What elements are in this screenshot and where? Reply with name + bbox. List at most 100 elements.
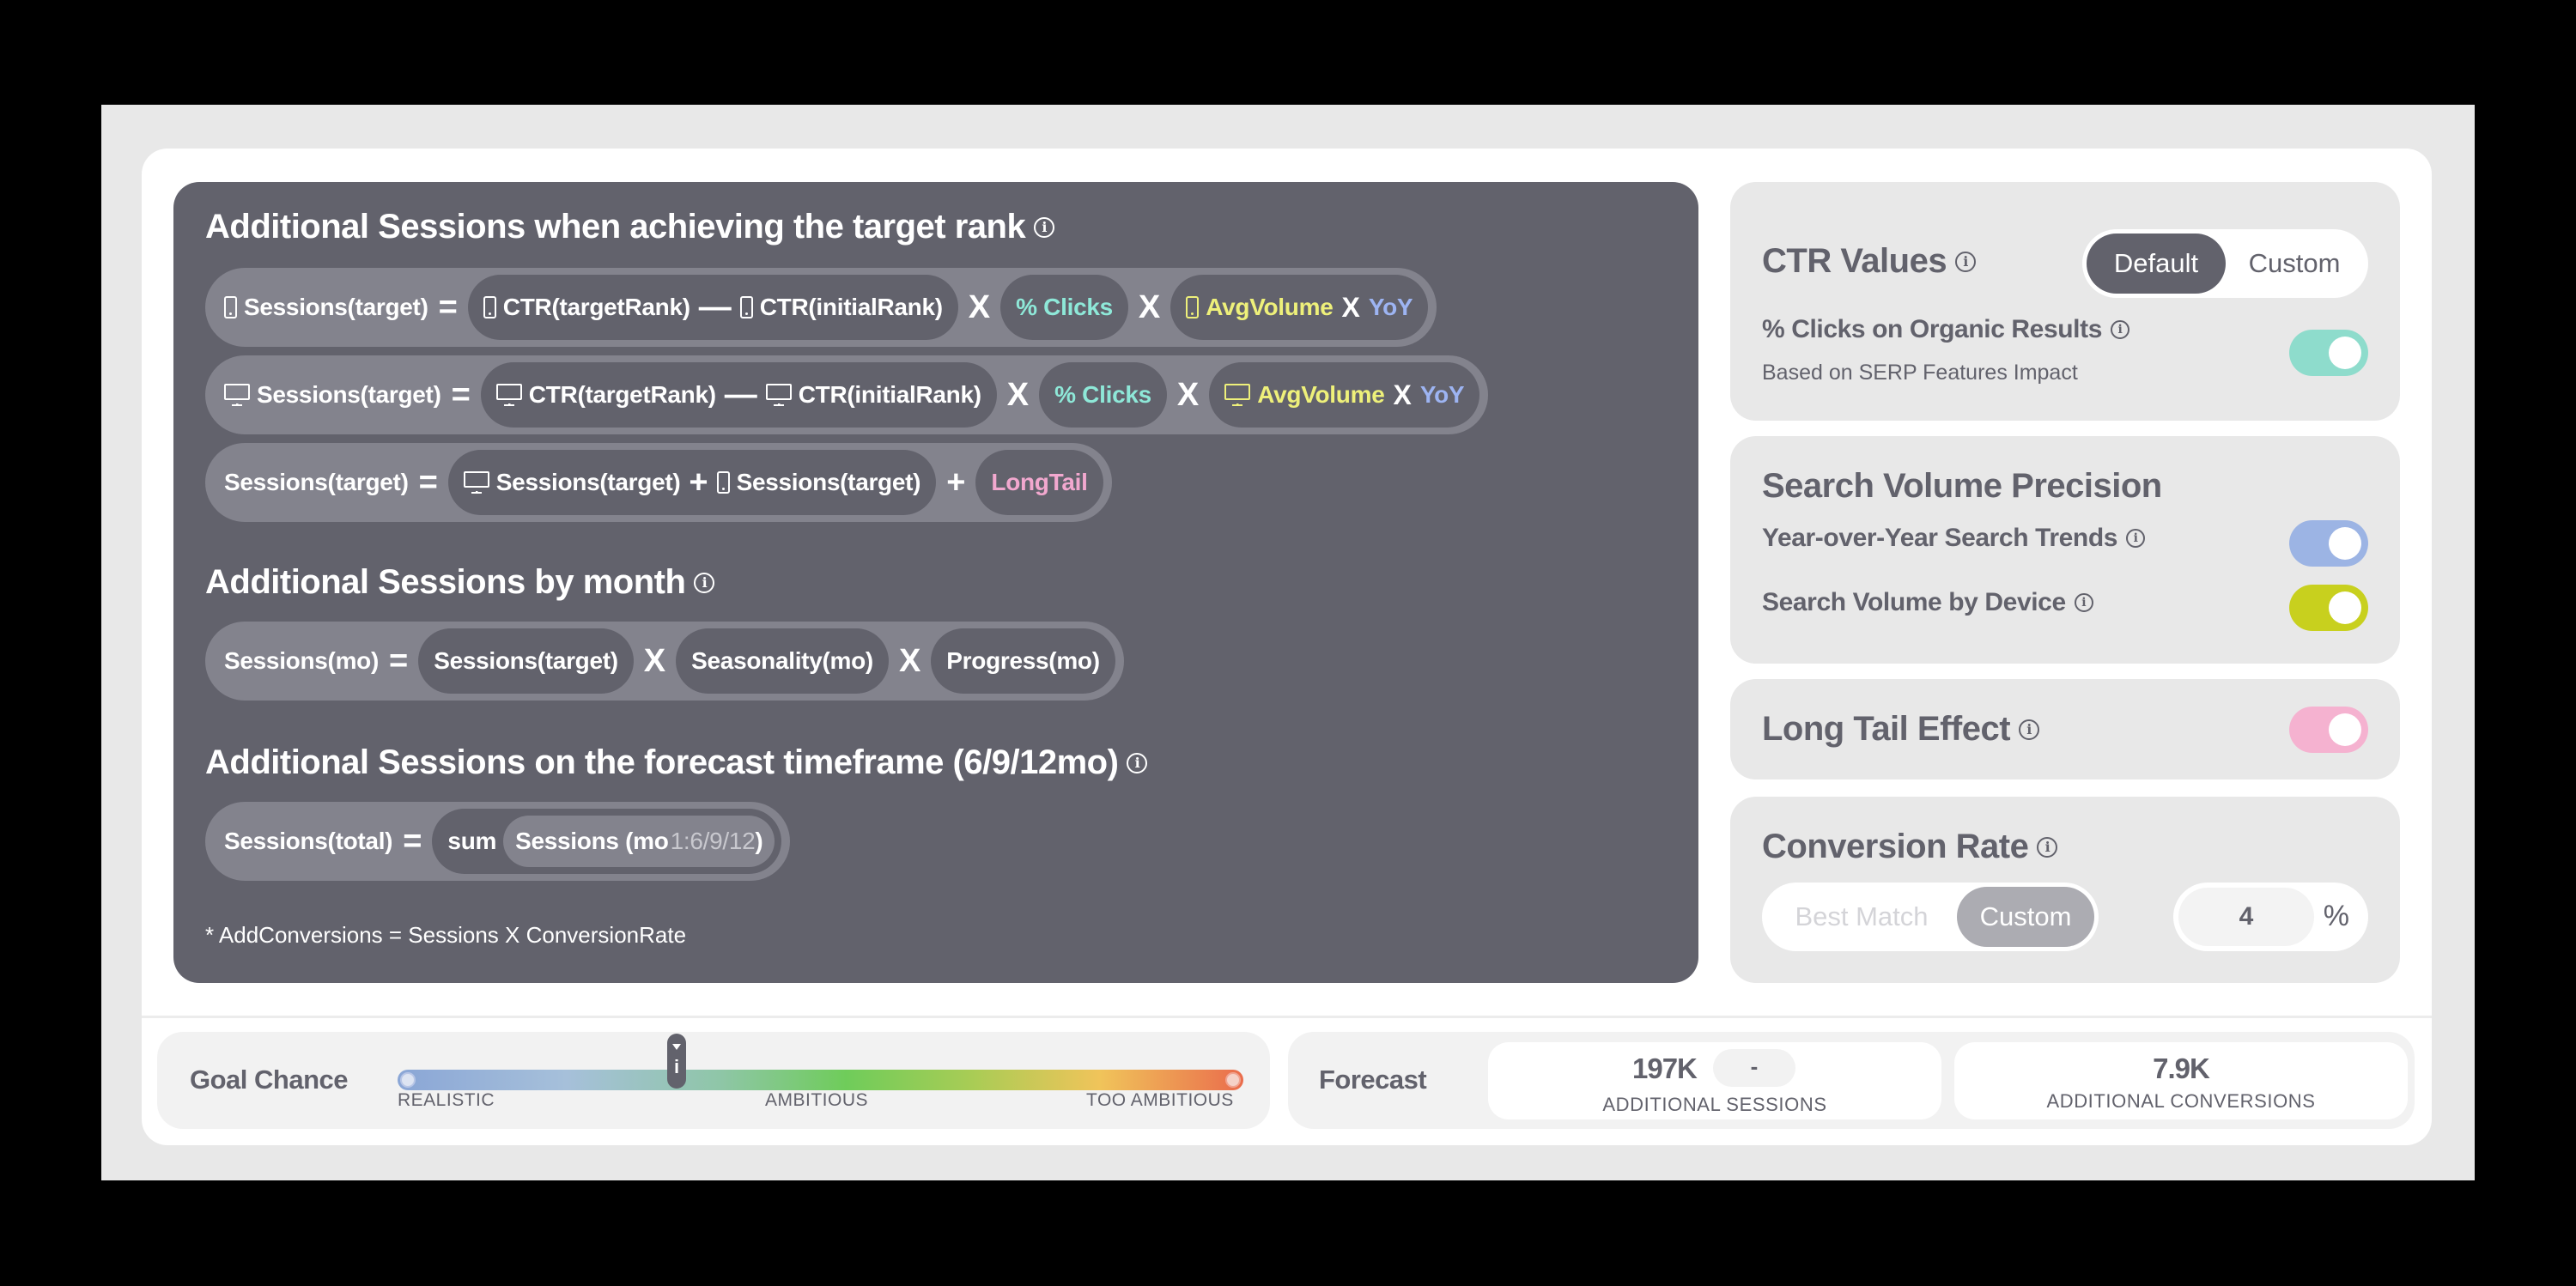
times-sign: X [1006,377,1030,413]
plus-sign: + [689,464,708,500]
info-icon[interactable]: i [1034,216,1055,238]
clicks-organic-label-text: % Clicks on Organic Results [1762,315,2102,343]
section-title-target-rank: Additional Sessions when achieving the t… [205,208,1055,246]
clicks-pill: % Clicks [1000,275,1128,340]
equals-sign: = [438,289,458,325]
close-paren: ) [755,828,763,854]
yoy-trends-toggle[interactable] [2289,520,2368,567]
volume-by-device-label: Search Volume by Device i [1762,588,2093,617]
term-pill: Progress(mo) [931,628,1115,694]
conversion-rate-input[interactable] [2178,888,2314,946]
ctr-target-term: CTR(targetRank) [483,294,690,321]
ctr-values-panel: CTR Values i Default Custom % Clicks on … [1730,182,2400,421]
footnote: * AddConversions = Sessions X Conversion… [205,922,687,948]
clicks-organic-subtitle: Based on SERP Features Impact [1762,361,2078,385]
clicks-organic-toggle[interactable] [2289,330,2368,376]
mobile-icon [1186,296,1200,318]
mobile-icon [224,296,237,318]
formula-panel: Additional Sessions when achieving the t… [173,182,1698,983]
ctr-custom-button[interactable]: Custom [2226,234,2363,294]
info-icon[interactable]: i [2126,529,2146,548]
additional-sessions-card: 197K - ADDITIONAL SESSIONS [1488,1042,1941,1119]
toggle-knob [2329,527,2361,560]
goal-chance-slider-track[interactable] [398,1070,1243,1090]
formula-lhs: Sessions(total) [224,828,393,854]
toggle-knob [2329,713,2361,746]
ctr-initial-term: CTR(initialRank) [765,381,981,409]
formula-lhs: Sessions(mo) [224,647,379,674]
conversion-custom-button[interactable]: Custom [1957,887,2094,947]
desktop-icon [224,384,250,406]
additional-sessions-value: 197K [1632,1052,1698,1084]
times-sign: X [898,643,921,679]
progress-term: Progress(mo) [946,647,1100,674]
info-icon[interactable]: i [1955,251,1977,272]
term-pill: Seasonality(mo) [676,628,889,694]
goal-chance-slider-thumb[interactable]: i [667,1034,687,1089]
term-pill: Sessions(target) [418,628,634,694]
formula-row-desktop: Sessions(target) = CTR(targetRank) — CTR… [205,355,1489,434]
sessions-delta-chip: - [1713,1049,1795,1087]
toggle-knob [2329,591,2361,624]
longtail-pill: LongTail [975,450,1103,515]
info-icon[interactable]: i [2111,320,2129,339]
section-title-text: Additional Sessions by month [205,563,686,601]
section-title-text: Additional Sessions when achieving the t… [205,208,1026,246]
info-icon[interactable]: i [1127,752,1148,773]
conversion-rate-panel: Conversion Rate i Best Match Custom % [1730,797,2400,983]
info-icon[interactable]: i [2037,836,2058,858]
section-title-text: Additional Sessions on the forecast time… [205,743,1119,781]
best-match-button[interactable]: Best Match [1766,887,1957,947]
ctr-target-term: CTR(targetRank) [495,381,716,409]
info-icon[interactable]: i [2019,719,2040,740]
ctr-values-title: CTR Values i [1762,242,1977,281]
sum-term: sum [447,828,497,854]
additional-conversions-caption: ADDITIONAL CONVERSIONS [2046,1090,2316,1112]
additional-conversions-card: 7.9K ADDITIONAL CONVERSIONS [1954,1042,2408,1119]
equals-sign: = [451,377,471,413]
conversion-rate-field: % [2173,883,2368,951]
equals-sign: = [389,643,409,679]
info-icon[interactable]: i [694,572,715,593]
clicks-pill: % Clicks [1039,362,1167,428]
percent-unit: % [2323,900,2349,932]
conversion-mode-toggle: Best Match Custom [1762,883,2099,951]
conversion-rate-title: Conversion Rate i [1762,828,2058,866]
long-tail-toggle[interactable] [2289,707,2368,753]
device-sum-pill: Sessions(target) + Sessions(target) [447,450,937,515]
scale-label-realistic: REALISTIC [398,1090,495,1110]
ctr-initial-term: CTR(initialRank) [739,294,943,321]
svp-title-text: Search Volume Precision [1762,467,2162,505]
ctr-delta-pill: CTR(targetRank) — CTR(initialRank) [480,362,997,428]
avgvolume-term: AvgVolume [1224,381,1385,409]
goal-chance-label: Goal Chance [190,1065,349,1095]
yoy-trends-label: Year-over-Year Search Trends i [1762,524,2146,553]
ctr-values-title-text: CTR Values [1762,242,1947,280]
times-sign: X [643,643,666,679]
clicks-term: % Clicks [1054,381,1151,408]
formula-row-total: Sessions(total) = sum Sessions (mo 1:6/9/… [205,802,791,881]
info-glyph-icon: i [674,1056,680,1077]
times-sign: X [968,289,991,325]
ctr-default-button[interactable]: Default [2087,234,2226,294]
additional-sessions-caption: ADDITIONAL SESSIONS [1602,1094,1827,1115]
additional-conversions-value: 7.9K [2153,1052,2210,1084]
desktop-icon [1224,384,1251,406]
equals-sign: = [403,823,422,859]
track-end-dot [1225,1072,1241,1088]
goal-chance-box: Goal Chance [157,1032,1270,1129]
long-tail-title: Long Tail Effect i [1762,710,2040,749]
mobile-icon [716,471,730,494]
toggle-knob [2329,337,2361,369]
volume-pill: AvgVolume X YoY [1170,275,1429,340]
sum-pill: sum Sessions (mo 1:6/9/12) [432,809,782,874]
formula-lhs: Sessions(target) [224,294,428,321]
forecast-label: Forecast [1319,1065,1427,1095]
ctr-mode-toggle: Default Custom [2082,229,2368,298]
plus-sign: + [946,464,966,500]
volume-by-device-toggle[interactable] [2289,585,2368,631]
minus-sign: — [724,377,757,413]
times-sign: X [1393,379,1412,410]
info-icon[interactable]: i [2074,593,2093,612]
yoy-term: YoY [1419,381,1465,408]
